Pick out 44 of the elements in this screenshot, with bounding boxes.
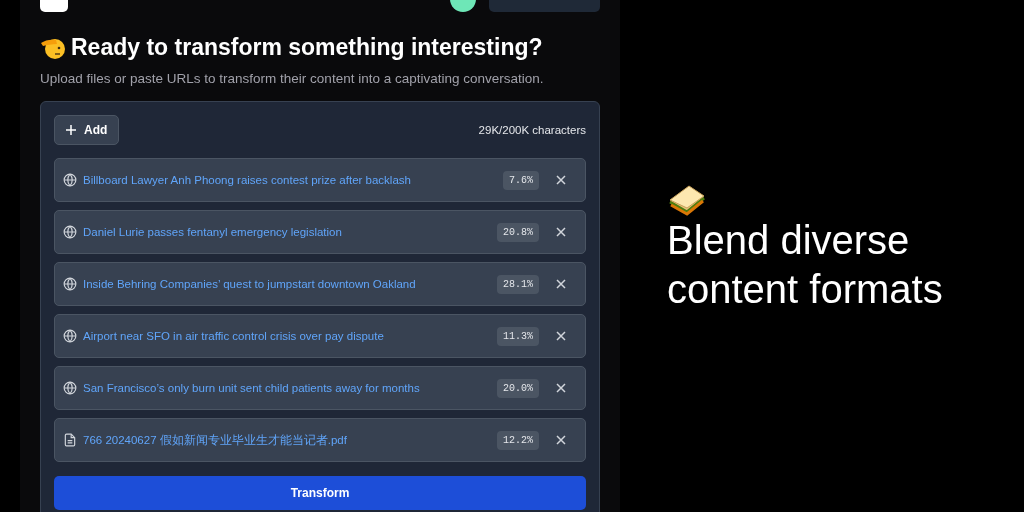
- remove-button[interactable]: [555, 330, 567, 342]
- page-heading: Ready to transform something interesting?: [71, 34, 543, 61]
- remove-button[interactable]: [555, 434, 567, 446]
- character-count: 29K/200K characters: [478, 124, 586, 136]
- close-icon: [555, 330, 567, 342]
- close-icon: [555, 434, 567, 446]
- source-item[interactable]: San Francisco’s only burn unit sent child patients away for months 20.0%: [54, 366, 586, 410]
- globe-icon: [63, 225, 77, 239]
- share-badge: 20.0%: [497, 378, 539, 398]
- source-item[interactable]: 766 20240627 假如新闻专业毕业生才能当记者.pdf 12.2%: [54, 418, 586, 462]
- remove-button[interactable]: [555, 174, 567, 186]
- source-item[interactable]: Airport near SFO in air traffic control crisis over pay dispute 11.3%: [54, 314, 586, 358]
- source-title[interactable]: Inside Behring Companies’ quest to jumpstart downtown Oakland: [83, 278, 497, 290]
- document-icon: [63, 433, 77, 447]
- share-badge: 20.8%: [497, 222, 539, 242]
- remove-button[interactable]: [555, 278, 567, 290]
- source-title[interactable]: Daniel Lurie passes fentanyl emergency legislation: [83, 226, 497, 238]
- tagline: Blend diverse content formats: [667, 217, 944, 313]
- globe-icon: [63, 329, 77, 343]
- close-icon: [555, 278, 567, 290]
- page-description: Upload files or paste URLs to transform their content into a captivating conversation.: [40, 71, 545, 86]
- source-item[interactable]: Inside Behring Companies’ quest to jumpstart downtown Oakland 28.1%: [54, 262, 586, 306]
- globe-icon: [63, 277, 77, 291]
- source-title[interactable]: San Francisco’s only burn unit sent child patients away for months: [83, 382, 497, 394]
- globe-icon: [63, 173, 77, 187]
- remove-button[interactable]: [555, 226, 567, 238]
- share-badge: 28.1%: [497, 274, 539, 294]
- source-title[interactable]: Billboard Lawyer Anh Phoong raises contest prize after backlash: [83, 174, 503, 186]
- close-icon: [555, 382, 567, 394]
- source-item[interactable]: Daniel Lurie passes fentanyl emergency legislation 20.8%: [54, 210, 586, 254]
- source-title[interactable]: Airport near SFO in air traffic control crisis over pay dispute: [83, 330, 497, 342]
- share-badge: 11.3%: [497, 326, 539, 346]
- globe-icon: [63, 381, 77, 395]
- source-title[interactable]: 766 20240627 假如新闻专业毕业生才能当记者.pdf: [83, 432, 497, 448]
- share-badge: 12.2%: [497, 430, 539, 450]
- share-badge: 7.6%: [503, 170, 539, 190]
- remove-button[interactable]: [555, 382, 567, 394]
- close-icon: [555, 174, 567, 186]
- close-icon: [555, 226, 567, 238]
- sandwich-icon: [667, 184, 707, 216]
- plus-icon: [66, 125, 76, 135]
- add-button[interactable]: Add: [54, 115, 120, 145]
- transform-button[interactable]: Transform: [54, 476, 586, 510]
- source-item[interactable]: Billboard Lawyer Anh Phoong raises contest prize after backlash 7.6%: [54, 158, 586, 202]
